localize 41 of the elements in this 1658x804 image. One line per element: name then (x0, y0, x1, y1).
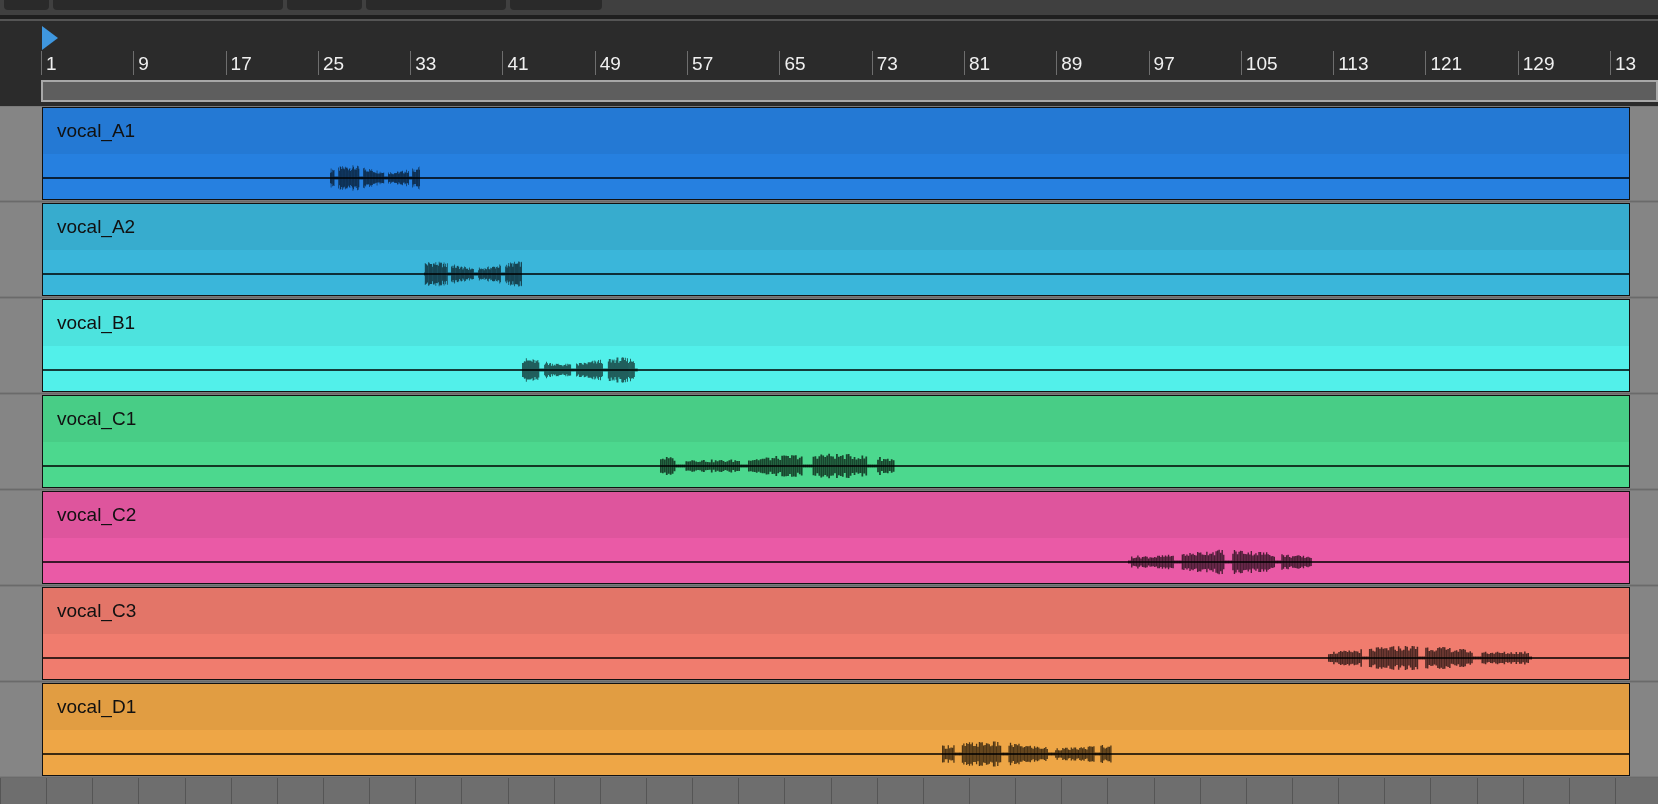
track-header[interactable] (0, 587, 42, 680)
audio-clip[interactable]: vocal_C1 (42, 395, 1630, 488)
bar-number: 13 (1610, 51, 1658, 75)
bar-number: 113 (1333, 51, 1426, 75)
bar-number: 97 (1148, 51, 1241, 75)
audio-clip[interactable]: vocal_A2 (42, 203, 1630, 296)
bar-number: 129 (1517, 51, 1611, 75)
bar-number: 33 (410, 51, 503, 75)
bar-number: 65 (779, 51, 872, 75)
clip-name: vocal_A2 (57, 216, 136, 238)
clip-name: vocal_C1 (57, 408, 137, 430)
bar-number: 81 (963, 51, 1057, 75)
audio-clip[interactable]: vocal_C3 (42, 587, 1630, 680)
clip-name: vocal_D1 (57, 696, 137, 718)
track-header[interactable] (0, 107, 42, 200)
clip-name: vocal_C3 (57, 600, 137, 622)
track-header[interactable] (0, 203, 42, 296)
playhead-icon[interactable] (41, 25, 59, 51)
track-header[interactable] (0, 683, 42, 776)
audio-clip[interactable]: vocal_C2 (42, 491, 1630, 584)
bar-number: 57 (687, 51, 780, 75)
bar-number: 49 (594, 51, 688, 75)
bar-number: 105 (1240, 51, 1334, 75)
bar-number: 41 (502, 51, 595, 75)
bar-number: 73 (871, 51, 964, 75)
bar-number: 1 (41, 51, 134, 75)
track-header[interactable] (0, 395, 42, 488)
track-header[interactable] (0, 491, 42, 584)
loop-bar[interactable] (41, 80, 1658, 102)
audio-clip[interactable]: vocal_A1 (42, 107, 1630, 200)
bar-number: 25 (317, 51, 411, 75)
track-header[interactable] (0, 299, 42, 392)
bar-number: 121 (1425, 51, 1518, 75)
audio-clip[interactable]: vocal_B1 (42, 299, 1630, 392)
bar-number: 17 (225, 51, 318, 75)
audio-clip[interactable]: vocal_D1 (42, 683, 1630, 776)
clip-name: vocal_A1 (57, 120, 136, 142)
bar-number: 9 (133, 51, 226, 75)
clip-name: vocal_C2 (57, 504, 137, 526)
bar-number: 89 (1056, 51, 1149, 75)
clip-name: vocal_B1 (57, 312, 136, 334)
